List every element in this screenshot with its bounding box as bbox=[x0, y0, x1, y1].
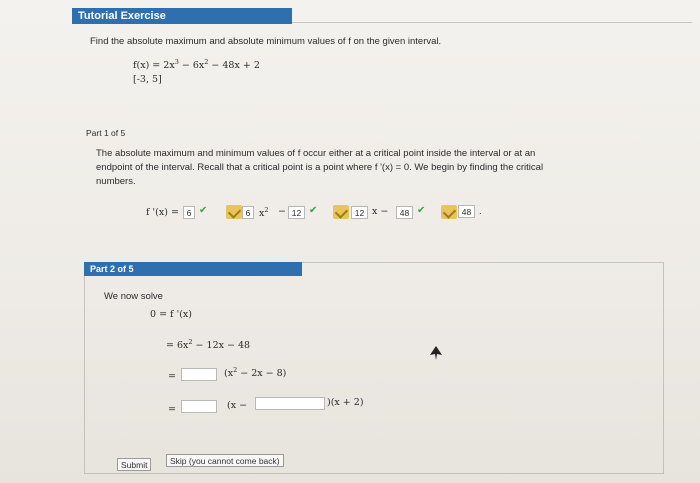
period: . bbox=[479, 206, 482, 217]
part1-line2: endpoint of the interval. Recall that a … bbox=[96, 162, 544, 173]
check-icon: ✔ bbox=[417, 205, 426, 216]
problem-prompt: Find the absolute maximum and absolute m… bbox=[90, 36, 442, 47]
eq1-rest: − 12x − 48 bbox=[192, 340, 251, 352]
check-icon: ✔ bbox=[309, 205, 318, 216]
pencil-icon[interactable] bbox=[441, 205, 457, 219]
header-rule bbox=[292, 22, 692, 23]
equals-sign: = bbox=[168, 371, 176, 382]
interval: [-3, 5] bbox=[133, 74, 162, 85]
check-icon: ✔ bbox=[199, 205, 208, 216]
answer-box-2[interactable]: 6 bbox=[242, 206, 254, 219]
function-definition: f(x) = 2x3 − 6x2 − 48x + 2 bbox=[133, 58, 260, 71]
part2-intro: We now solve bbox=[104, 291, 163, 302]
answer-box-1[interactable]: 6 bbox=[183, 206, 195, 219]
equation-zero: 0 = f '(x) bbox=[150, 309, 192, 320]
pencil-icon[interactable] bbox=[333, 205, 349, 219]
square-exp: 2 bbox=[264, 206, 269, 214]
linear-factor-tail: )(x + 2) bbox=[327, 397, 364, 408]
function-rhs: − 48x + 2 bbox=[208, 60, 260, 72]
page: Tutorial Exercise Find the absolute maxi… bbox=[0, 0, 700, 483]
eq1-lead: = 6x bbox=[166, 340, 189, 352]
part1-label: Part 1 of 5 bbox=[86, 128, 126, 138]
answer-box-6[interactable]: 48 bbox=[458, 205, 475, 218]
part1-line3: numbers. bbox=[96, 176, 136, 187]
equation-expanded: = 6x2 − 12x − 48 bbox=[166, 338, 250, 351]
answer-box-5[interactable]: 48 bbox=[396, 206, 413, 219]
equals-sign: = bbox=[168, 404, 176, 415]
answer-box-3[interactable]: 12 bbox=[288, 206, 305, 219]
factor-coefficient-input[interactable] bbox=[181, 368, 217, 381]
eq2-lead: (x bbox=[224, 368, 234, 380]
quadratic-factor: (x2 − 2x − 8) bbox=[224, 366, 286, 379]
skip-button[interactable]: Skip (you cannot come back) bbox=[166, 454, 284, 467]
derivative-lhs: f '(x) = bbox=[146, 207, 179, 218]
factor-coefficient-input-2[interactable] bbox=[181, 400, 217, 413]
function-mid: − 6x bbox=[178, 60, 205, 72]
cursor-icon bbox=[430, 346, 442, 360]
pencil-icon[interactable] bbox=[226, 205, 242, 219]
part2-panel bbox=[84, 262, 664, 474]
part2-label: Part 2 of 5 bbox=[84, 262, 302, 276]
function-lhs: f(x) = 2x bbox=[133, 60, 175, 72]
part1-line1: The absolute maximum and minimum values … bbox=[96, 148, 536, 159]
answer-box-4[interactable]: 12 bbox=[351, 206, 368, 219]
x-minus: x − bbox=[372, 206, 389, 217]
eq2-tail: − 2x − 8) bbox=[237, 368, 287, 380]
tutorial-exercise-header: Tutorial Exercise bbox=[72, 8, 292, 24]
minus-sign: − bbox=[278, 206, 286, 217]
submit-button[interactable]: Submit bbox=[117, 458, 152, 471]
x-squared: x2 bbox=[259, 206, 269, 219]
root-input[interactable] bbox=[255, 397, 325, 410]
linear-factor-lead: (x − bbox=[227, 400, 248, 411]
